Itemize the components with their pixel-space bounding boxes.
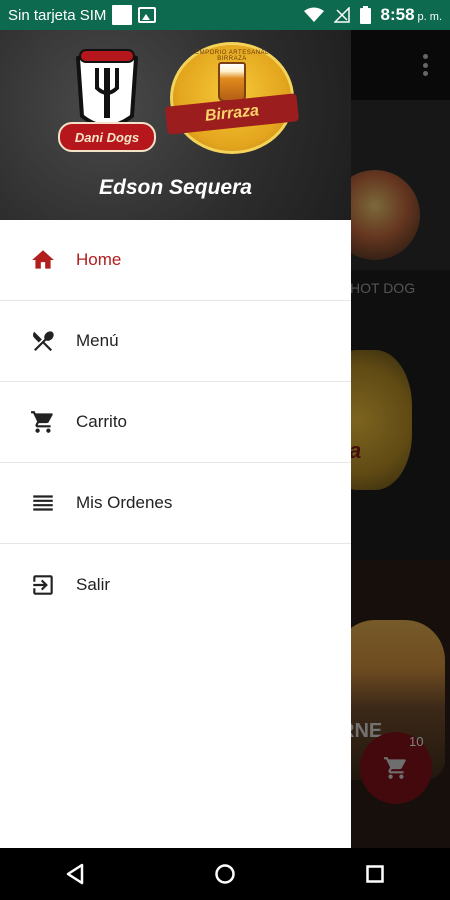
menu-item-label: Mis Ordenes <box>76 493 173 512</box>
menu-item-orders[interactable]: Mis Ordenes <box>0 463 351 544</box>
birraza-ribbon-text: Birraza <box>204 102 260 125</box>
clock-time: 8:58 <box>380 5 415 24</box>
menu-item-label: Menú <box>76 331 119 350</box>
system-navigation-bar <box>0 848 450 900</box>
drawer-header: Dani Dogs EMPORIO ARTESANAL BIRRAZA Birr… <box>0 30 351 220</box>
dani-dogs-badge-text: Dani Dogs <box>74 129 140 145</box>
beer-glass-icon <box>218 62 246 102</box>
exit-icon <box>30 572 56 598</box>
carrier-text: Sin tarjeta SIM <box>8 6 107 24</box>
menu-item-home[interactable]: Home <box>0 220 351 301</box>
menu-item-label: Salir <box>76 574 111 594</box>
back-button[interactable] <box>55 854 95 894</box>
birraza-logo-top-text: EMPORIO ARTESANAL BIRRAZA <box>195 50 269 62</box>
wifi-icon <box>303 7 324 22</box>
notification-square-icon <box>112 5 133 25</box>
no-signal-icon <box>333 7 350 23</box>
menu-item-label: Carrito <box>76 412 128 431</box>
home-icon <box>30 247 56 273</box>
image-notification-icon <box>138 7 157 23</box>
cart-icon <box>30 409 56 435</box>
menu-item-cart[interactable]: Carrito <box>0 382 351 463</box>
navigation-drawer: Dani Dogs EMPORIO ARTESANAL BIRRAZA Birr… <box>0 30 351 848</box>
cutlery-icon <box>30 328 56 354</box>
battery-icon <box>359 6 371 24</box>
menu-item-logout[interactable]: Salir <box>0 544 351 625</box>
recents-square-icon <box>366 865 384 883</box>
home-circle-icon <box>215 864 235 884</box>
back-triangle-icon <box>66 863 84 885</box>
dani-dogs-badge: Dani Dogs <box>58 122 156 152</box>
status-right: 8:58 p. m. <box>303 5 442 25</box>
home-nav-button[interactable] <box>205 854 245 894</box>
status-left: Sin tarjeta SIM <box>8 5 157 25</box>
menu-item-label: Home <box>76 250 122 269</box>
status-bar: Sin tarjeta SIM 8:58 p. m. <box>0 0 450 30</box>
list-icon <box>30 490 56 516</box>
clock-ampm: p. m. <box>417 11 442 23</box>
clock: 8:58 p. m. <box>381 5 442 25</box>
menu-item-menu[interactable]: Menú <box>0 301 351 382</box>
recents-button[interactable] <box>355 854 395 894</box>
user-name: Edson Sequera <box>99 176 252 199</box>
drawer-menu: Home Menú Carrito Mis Ordenes Salir <box>0 220 351 625</box>
